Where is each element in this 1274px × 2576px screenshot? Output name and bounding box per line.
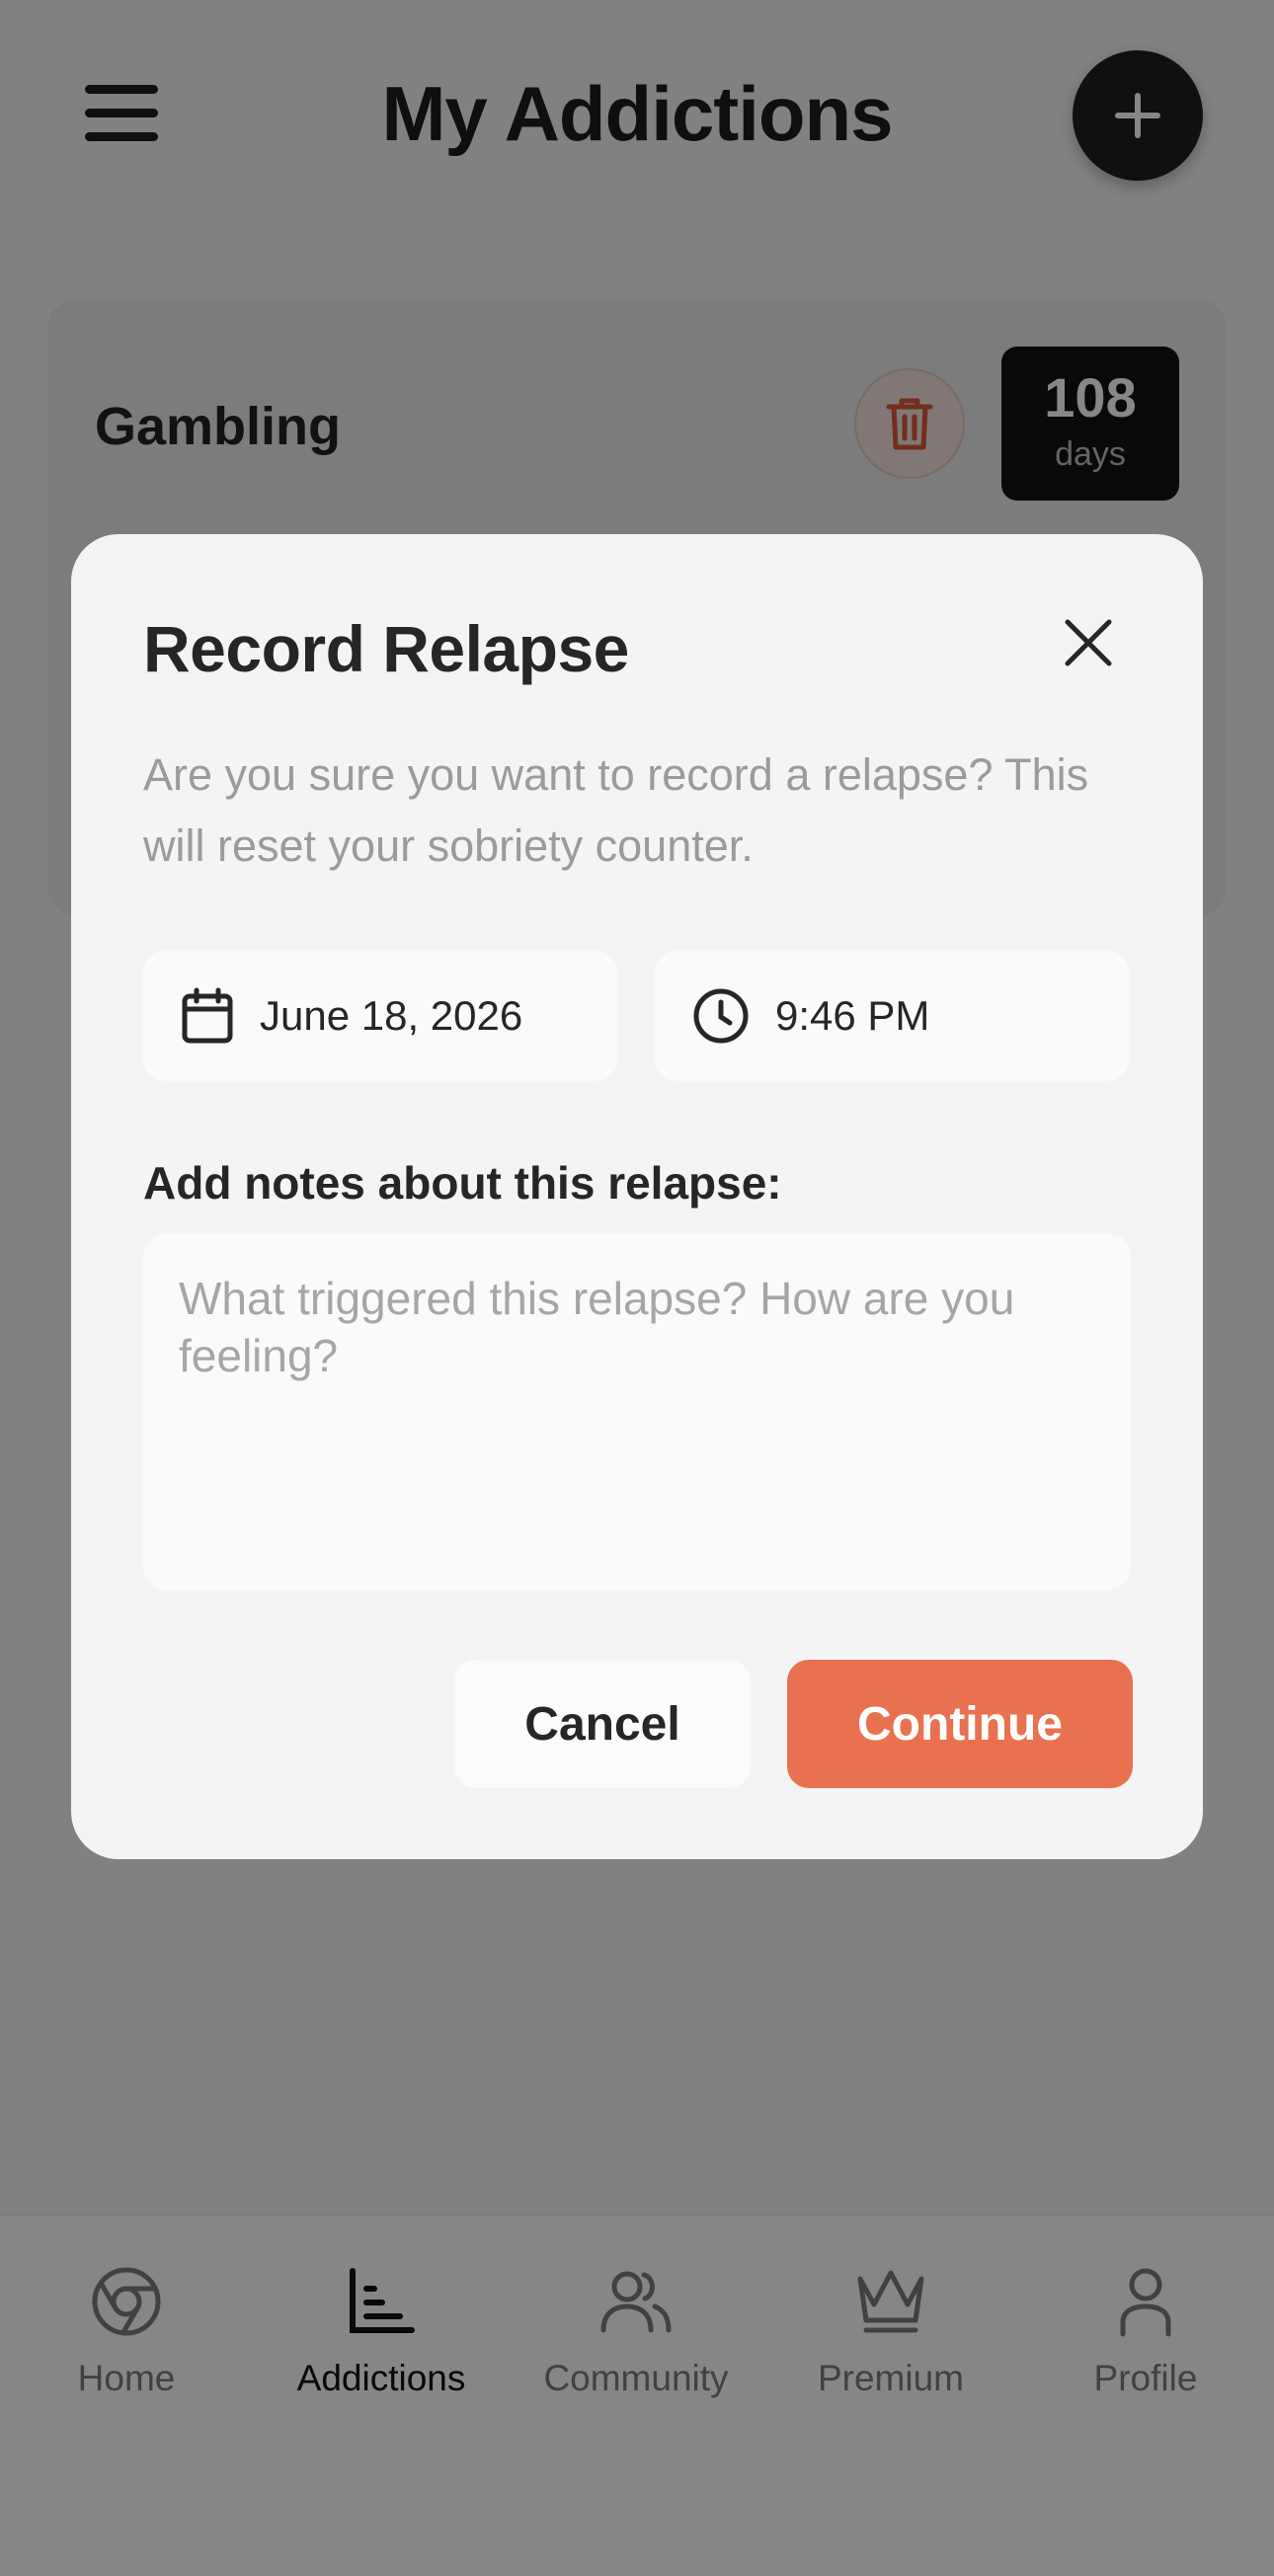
dialog-title: Record Relapse [143, 612, 629, 685]
screen: My Addictions Gambling 108 days Home Add… [0, 0, 1274, 2576]
calendar-icon [182, 987, 233, 1044]
date-value: June 18, 2026 [260, 992, 523, 1039]
clock-icon [693, 988, 749, 1044]
cancel-button[interactable]: Cancel [454, 1660, 751, 1788]
record-relapse-dialog: Record Relapse Are you sure you want to … [71, 534, 1203, 1859]
dialog-message: Are you sure you want to record a relaps… [143, 749, 1089, 871]
date-picker[interactable]: June 18, 2026 [143, 951, 617, 1081]
time-value: 9:46 PM [775, 992, 930, 1039]
time-picker[interactable]: 9:46 PM [655, 951, 1129, 1081]
continue-button[interactable]: Continue [787, 1660, 1133, 1788]
close-icon [1065, 619, 1112, 666]
notes-placeholder: What triggered this relapse? How are you… [179, 1273, 1015, 1381]
close-button[interactable] [1063, 617, 1114, 668]
notes-label: Add notes about this relapse: [143, 1157, 782, 1209]
notes-textarea[interactable]: What triggered this relapse? How are you… [143, 1234, 1131, 1590]
